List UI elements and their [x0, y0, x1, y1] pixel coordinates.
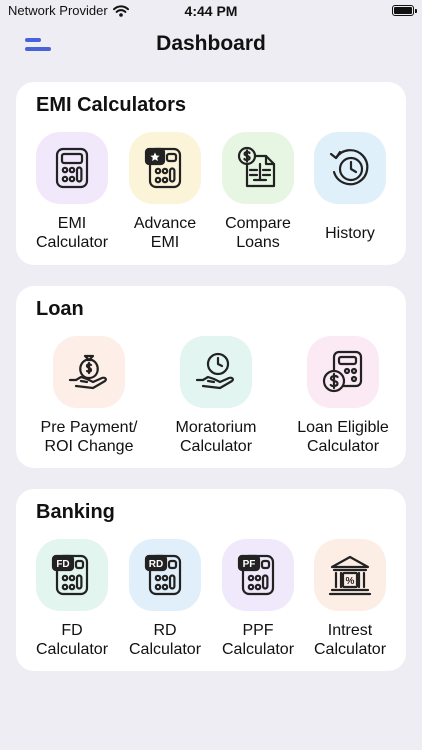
tile-label: PPF Calculator	[221, 622, 295, 658]
tile-label: History	[325, 225, 375, 242]
icon-background	[129, 132, 201, 204]
tile-label: Moratorium Calculator	[175, 419, 257, 455]
tile-fd-calculator[interactable]: FD FD Calculator	[26, 539, 118, 659]
tile-interest-calculator[interactable]: % Intrest Calculator	[304, 539, 396, 659]
icon-background: %	[314, 539, 386, 611]
ppf-calculator-icon: PF	[237, 554, 275, 596]
star-calculator-icon	[144, 147, 182, 189]
tile-loan-eligible[interactable]: Loan Eligible Calculator	[292, 336, 394, 456]
badge-text: %	[346, 576, 355, 587]
tile-label: Pre Payment/ ROI Change	[40, 419, 138, 455]
icon-background	[307, 336, 379, 408]
bank-icon: %	[328, 555, 372, 596]
tile-label: Advance EMI	[133, 215, 197, 251]
icon-background: PF	[222, 539, 294, 611]
tile-pre-payment[interactable]: Pre Payment/ ROI Change	[36, 336, 142, 456]
money-bag-hand-icon	[68, 354, 107, 390]
icon-background: FD	[36, 539, 108, 611]
tile-ppf-calculator[interactable]: PF PPF Calculator	[212, 539, 304, 659]
section-title-emi: EMI Calculators	[36, 94, 187, 116]
badge-text: RD	[149, 559, 163, 570]
section-title-banking: Banking	[36, 501, 115, 523]
badge-text: PF	[243, 559, 256, 570]
dollar-document-icon	[237, 146, 276, 188]
status-bar: Network Provider 4:44 PM	[0, 0, 422, 22]
calculator-dollar-icon	[322, 350, 363, 393]
status-time: 4:44 PM	[184, 3, 238, 19]
fd-calculator-icon: FD	[51, 554, 89, 596]
banking-card: Banking FD FD Calculator RD RD Calculato…	[16, 489, 406, 671]
tile-label: RD Calculator	[128, 622, 202, 658]
rd-calculator-icon: RD	[144, 554, 182, 596]
tile-advance-emi[interactable]: Advance EMI	[119, 132, 211, 252]
calculator-icon	[55, 147, 89, 189]
emi-calculators-card: EMI Calculators EMI Calculator Advance E…	[16, 82, 406, 265]
tile-label: Loan Eligible Calculator	[297, 419, 389, 455]
icon-background	[180, 336, 252, 408]
tile-label: EMI Calculator	[35, 215, 109, 251]
tile-label: Intrest Calculator	[313, 622, 387, 658]
tile-label: Compare Loans	[225, 215, 291, 251]
icon-background	[314, 132, 386, 204]
icon-background	[53, 336, 125, 408]
loan-card: Loan Pre Payment/ ROI Change Moratorium …	[16, 286, 406, 468]
history-clock-icon	[329, 149, 369, 186]
section-title-loan: Loan	[36, 298, 84, 320]
tile-emi-calculator[interactable]: EMI Calculator	[26, 132, 118, 252]
tile-rd-calculator[interactable]: RD RD Calculator	[119, 539, 211, 659]
tile-compare-loans[interactable]: Compare Loans	[212, 132, 304, 252]
header: Dashboard	[0, 28, 422, 62]
icon-background: RD	[129, 539, 201, 611]
page-title: Dashboard	[156, 32, 266, 55]
battery-icon	[392, 5, 417, 16]
badge-text: FD	[56, 559, 69, 570]
icon-background	[36, 132, 108, 204]
tile-history[interactable]: History	[304, 132, 396, 243]
clock-hand-icon	[195, 352, 234, 390]
tile-moratorium[interactable]: Moratorium Calculator	[166, 336, 266, 456]
icon-background	[222, 132, 294, 204]
tile-label: FD Calculator	[35, 622, 109, 658]
